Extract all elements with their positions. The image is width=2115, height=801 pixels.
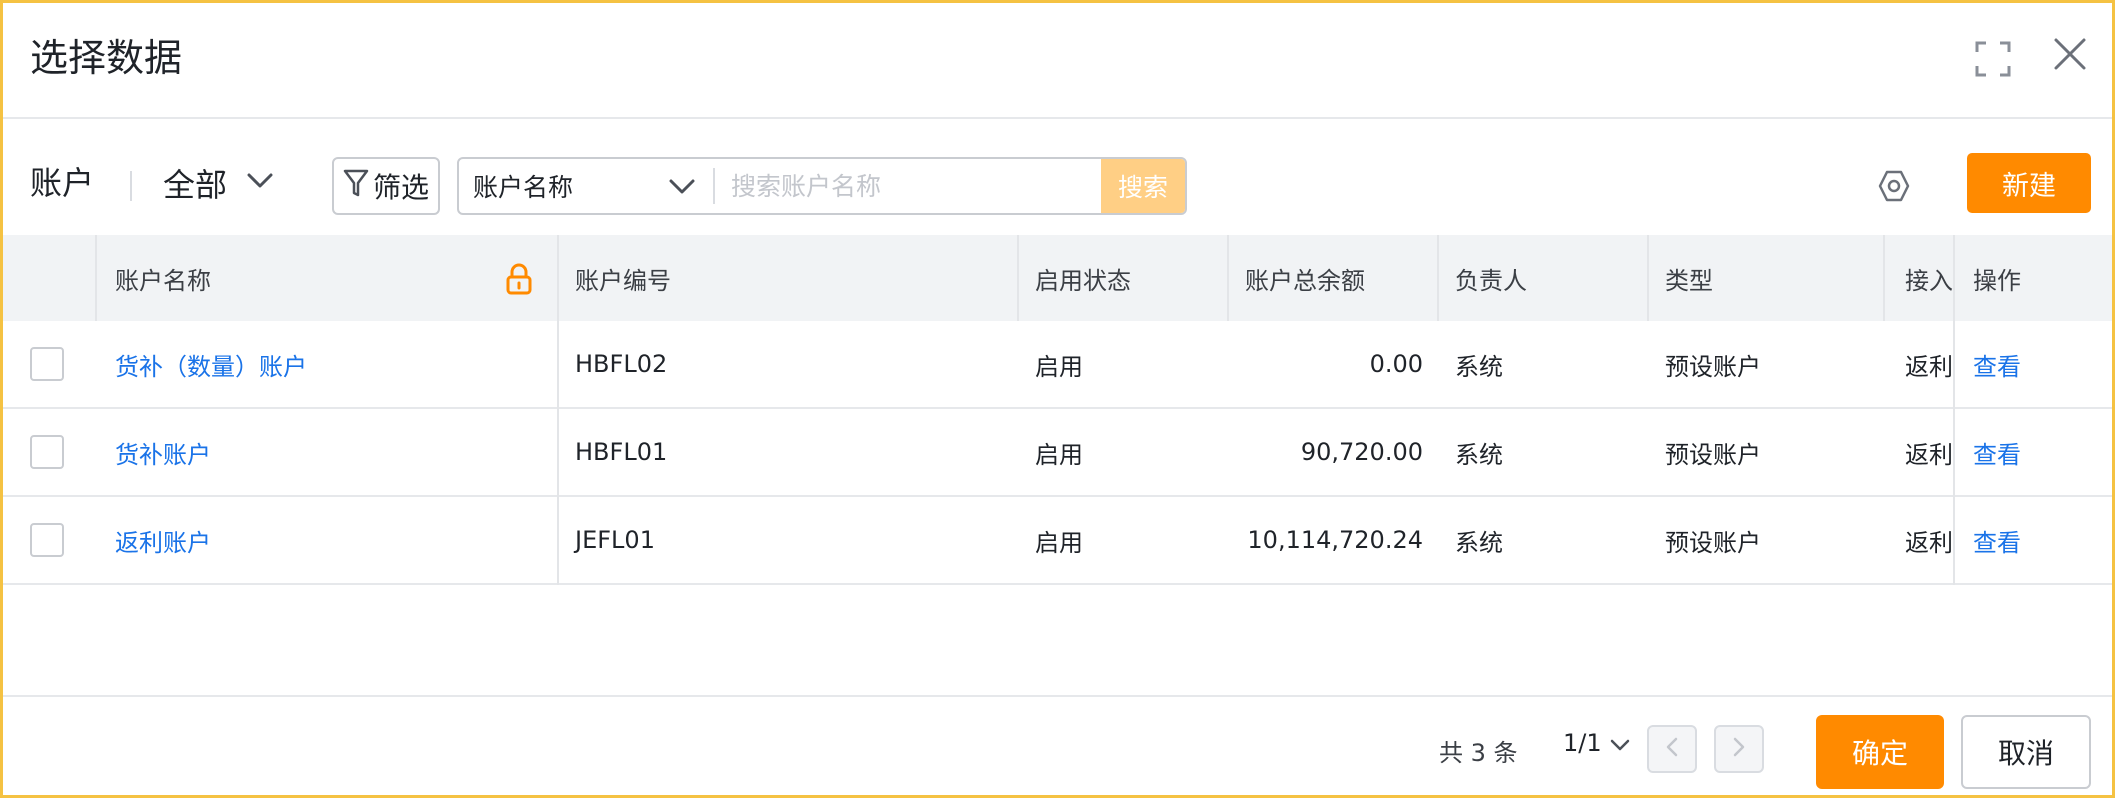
row-checkbox[interactable] (30, 347, 64, 381)
select-data-dialog: 选择数据 账户 全部 筛选 账户名称 搜索账户名称 搜索 新建 账户名称 账户编… (0, 0, 2115, 798)
account-code: JEFL01 (575, 526, 655, 554)
chevron-right-icon (1733, 737, 1745, 761)
account-balance: 0.00 (1369, 350, 1423, 378)
account-code: HBFL02 (575, 350, 668, 378)
toolbar-divider (130, 171, 132, 201)
prev-page-button[interactable] (1647, 725, 1697, 773)
account-type: 预设账户 (1665, 352, 1761, 381)
page-select[interactable]: 1/1 (1563, 729, 1630, 757)
header-owner[interactable]: 负责人 (1439, 235, 1649, 321)
toolbar: 账户 全部 筛选 账户名称 搜索账户名称 搜索 新建 (3, 119, 2112, 235)
view-link[interactable]: 查看 (1955, 409, 2115, 495)
account-access: 返利 (1905, 352, 1953, 381)
search-field-value: 账户名称 (473, 173, 574, 202)
dialog-title: 选择数据 (30, 36, 183, 80)
header-balance[interactable]: 账户总余额 (1229, 235, 1439, 321)
page-indicator: 1/1 (1563, 729, 1602, 757)
account-access: 返利 (1905, 528, 1953, 557)
search-field-dropdown[interactable]: 账户名称 (459, 159, 713, 213)
account-code: HBFL01 (575, 438, 668, 466)
fullscreen-icon[interactable] (1975, 41, 2011, 77)
close-icon[interactable] (2053, 37, 2087, 71)
search-group: 账户名称 搜索 (457, 157, 1187, 215)
header-type[interactable]: 类型 (1649, 235, 1885, 321)
column-divider (1953, 321, 1955, 585)
table-header: 账户名称 账户编号 启用状态 账户总余额 负责人 类型 接入 操作 (3, 235, 2112, 321)
dialog-footer: 共 3 条 1/1 确定 取消 (3, 695, 2112, 801)
settings-icon[interactable] (1877, 169, 1911, 203)
scope-value: 全部 (163, 166, 228, 204)
total-count: 共 3 条 (1439, 739, 1518, 767)
account-owner: 系统 (1455, 440, 1503, 469)
account-status: 启用 (1035, 440, 1083, 469)
account-name-link[interactable]: 返利账户 (97, 497, 559, 583)
account-owner: 系统 (1455, 528, 1503, 557)
object-label: 账户 (30, 164, 95, 202)
chevron-left-icon (1666, 737, 1678, 761)
account-name-link[interactable]: 货补（数量）账户 (97, 321, 559, 407)
account-type: 预设账户 (1665, 528, 1761, 557)
header-action: 操作 (1973, 266, 2021, 295)
view-link[interactable]: 查看 (1955, 497, 2115, 583)
header-name[interactable]: 账户名称 (97, 235, 559, 321)
column-divider (557, 321, 559, 585)
search-button[interactable]: 搜索 (1101, 159, 1185, 213)
chevron-down-icon (1610, 729, 1630, 757)
account-type: 预设账户 (1665, 440, 1761, 469)
header-status[interactable]: 启用状态 (1019, 235, 1229, 321)
search-input[interactable] (715, 159, 1101, 213)
table-row[interactable]: 返利账户 JEFL01 启用 10,114,720.24 系统 预设账户 返利 … (3, 497, 2112, 585)
scope-dropdown[interactable]: 全部 (163, 159, 273, 207)
filter-button[interactable]: 筛选 (332, 157, 440, 215)
row-checkbox[interactable] (30, 523, 64, 557)
chevron-down-icon (669, 172, 695, 201)
dialog-header: 选择数据 (3, 3, 2112, 119)
filter-label: 筛选 (372, 171, 429, 204)
table-row[interactable]: 货补账户 HBFL01 启用 90,720.00 系统 预设账户 返利 查看 (3, 409, 2112, 497)
account-balance: 90,720.00 (1300, 438, 1423, 466)
next-page-button[interactable] (1714, 725, 1764, 773)
account-name-link[interactable]: 货补账户 (97, 409, 559, 495)
filter-icon (343, 168, 369, 205)
header-code[interactable]: 账户编号 (559, 235, 1019, 321)
cancel-button[interactable]: 取消 (1961, 715, 2091, 789)
account-owner: 系统 (1455, 352, 1503, 381)
chevron-down-icon (247, 173, 273, 193)
header-access[interactable]: 接入 (1885, 235, 1955, 321)
lock-icon[interactable] (505, 263, 533, 299)
confirm-button[interactable]: 确定 (1816, 715, 1944, 789)
account-status: 启用 (1035, 352, 1083, 381)
table-row[interactable]: 货补（数量）账户 HBFL02 启用 0.00 系统 预设账户 返利 查看 (3, 321, 2112, 409)
account-balance: 10,114,720.24 (1247, 526, 1423, 554)
account-status: 启用 (1035, 528, 1083, 557)
new-button[interactable]: 新建 (1967, 153, 2091, 213)
row-checkbox[interactable] (30, 435, 64, 469)
view-link[interactable]: 查看 (1955, 321, 2115, 407)
header-select-column (3, 235, 97, 321)
account-access: 返利 (1905, 440, 1953, 469)
